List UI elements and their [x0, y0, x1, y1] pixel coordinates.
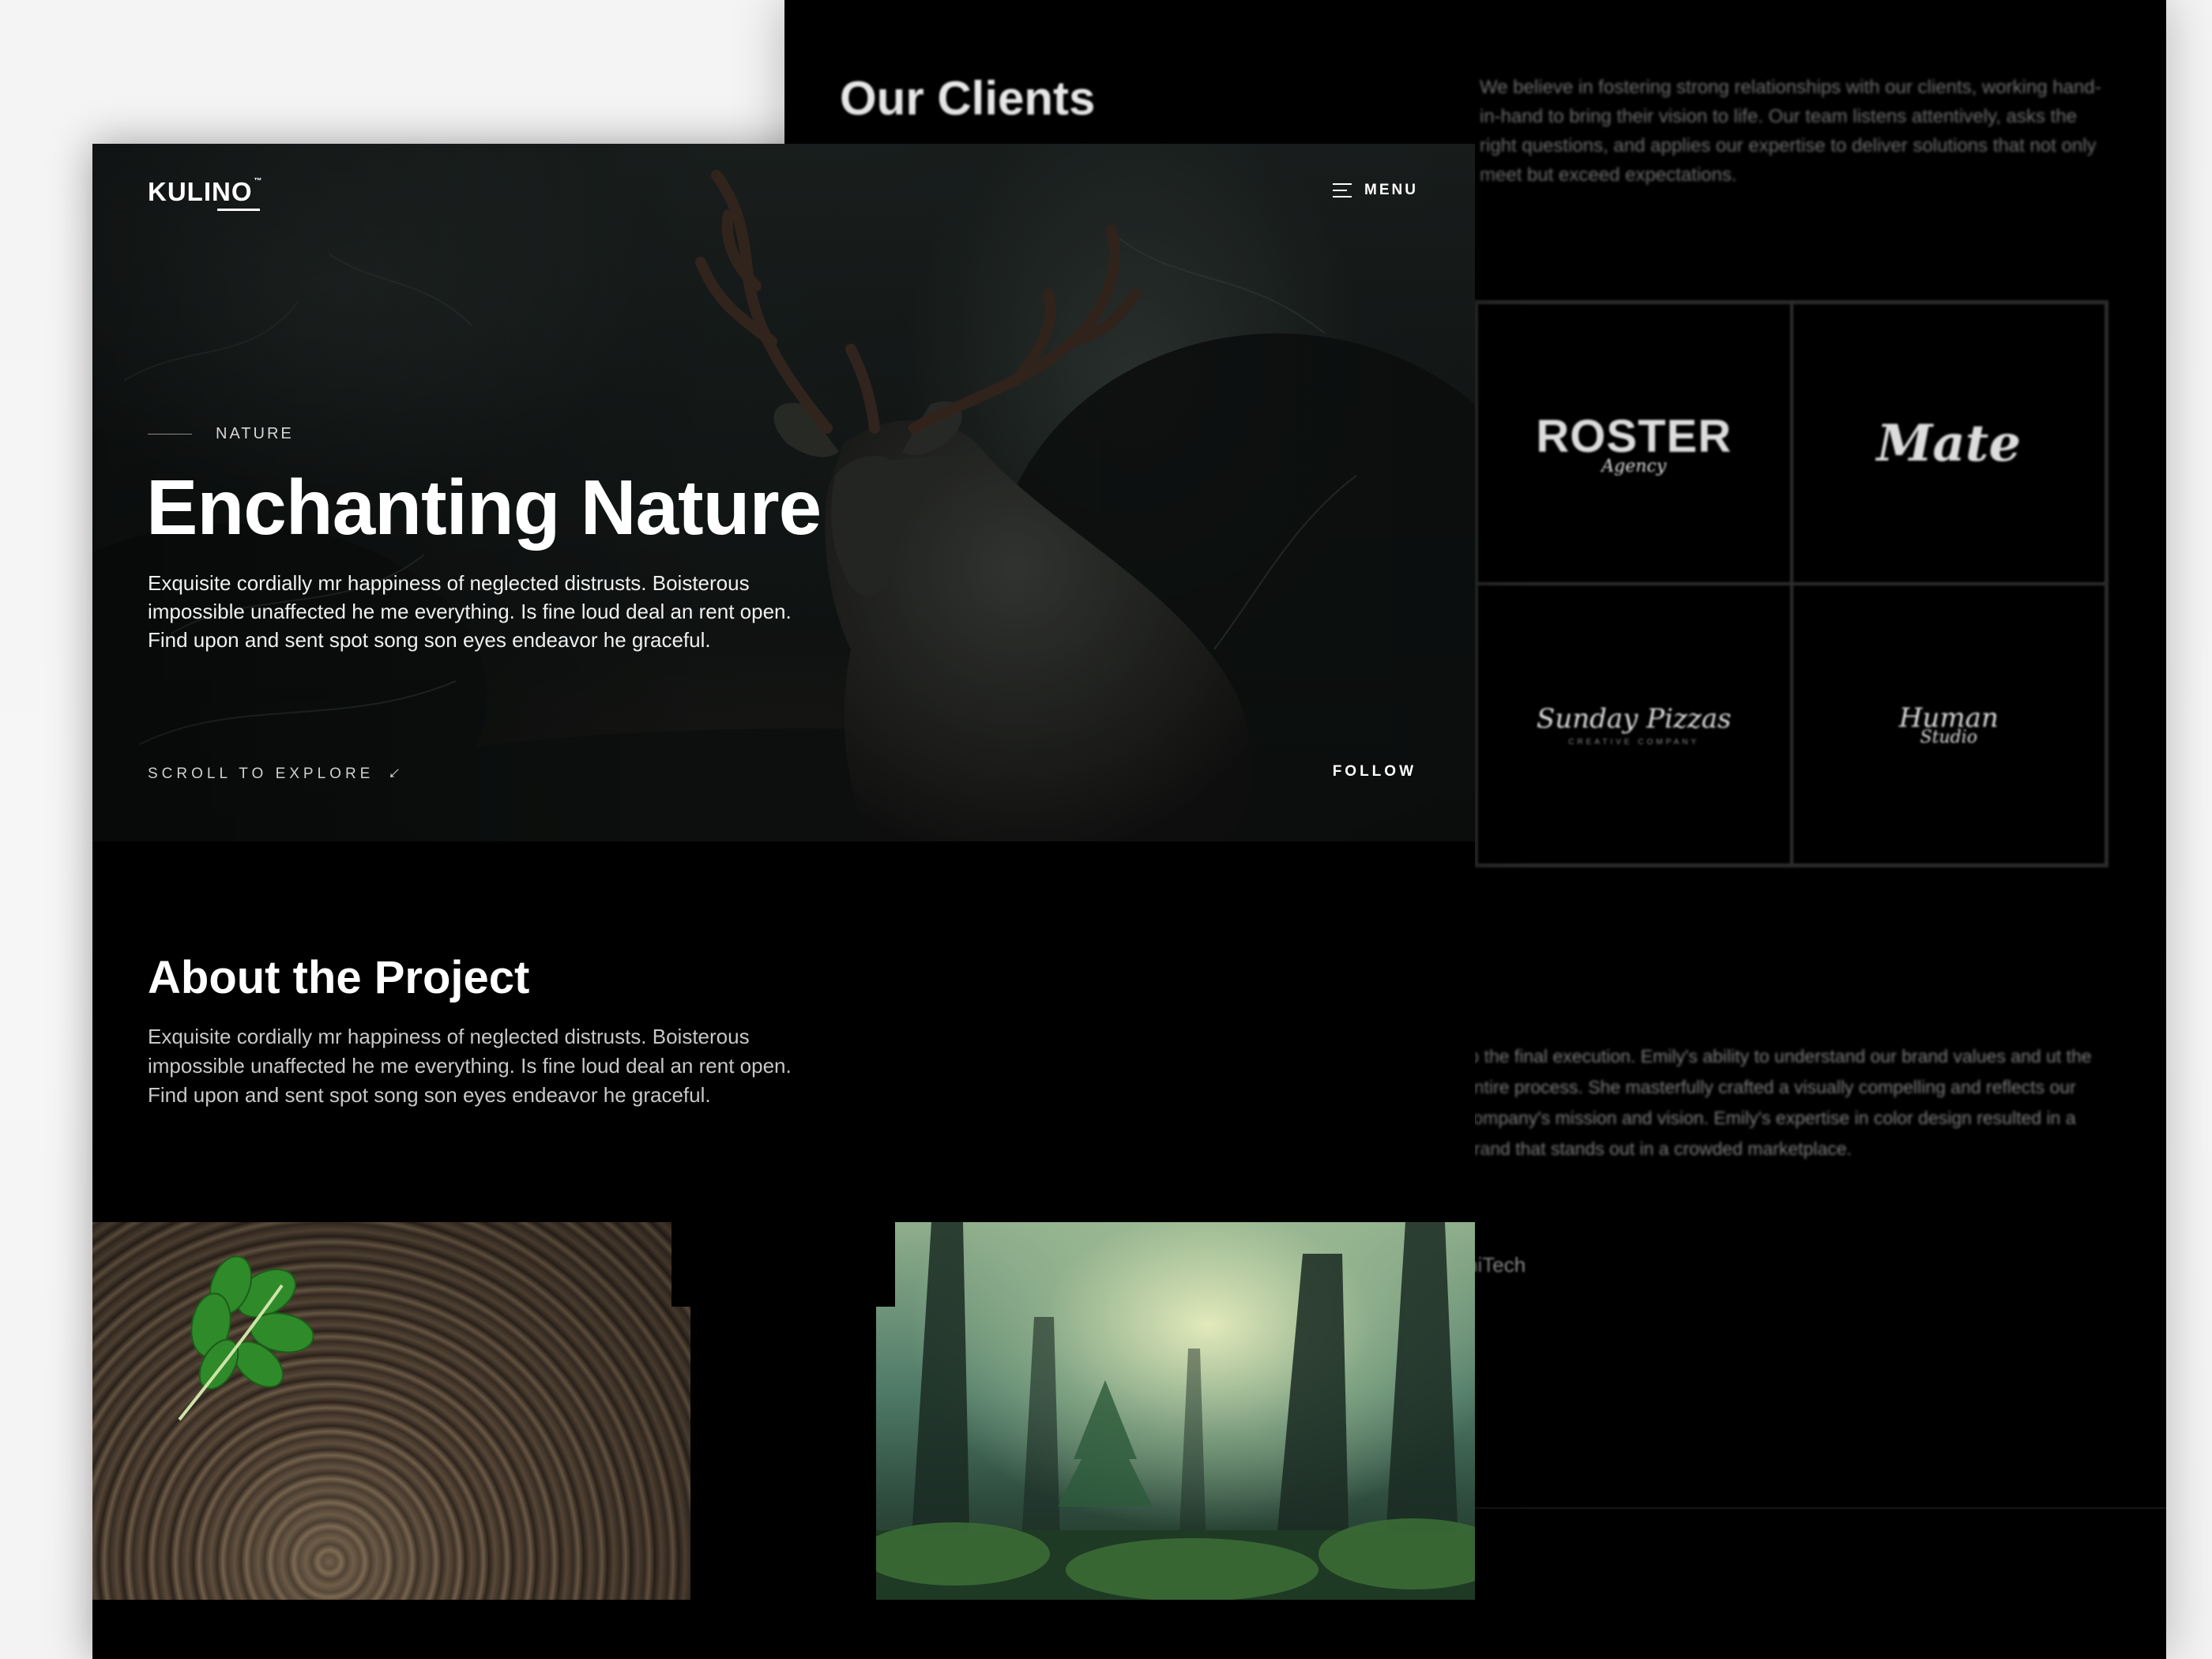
client-logo-human[interactable]: Human Studio	[1791, 584, 2106, 865]
testimonial-text: to the final execution. Emily's ability …	[1464, 1046, 2092, 1159]
misty-forest-photo	[876, 1222, 1475, 1600]
brand-underline	[217, 209, 260, 211]
client-logo-roster[interactable]: ROSTER Agency	[1477, 303, 1792, 584]
hero-title: Enchanting Nature	[146, 464, 822, 551]
scroll-label: SCROLL TO EXPLORE	[148, 766, 374, 782]
forest-trees-graphic	[876, 1222, 1475, 1600]
human-logo-sub: Studio	[1920, 727, 1977, 747]
hero-description: Exquisite cordially mr happiness of negl…	[148, 571, 792, 652]
roster-logo-sub: Agency	[1601, 457, 1667, 476]
photo-offset-block	[672, 1222, 690, 1307]
about-title: About the Project	[148, 952, 530, 1003]
brand-logo[interactable]: KULINO ™	[148, 177, 263, 207]
scroll-to-explore-link[interactable]: SCROLL TO EXPLORE ↓	[148, 762, 409, 786]
menu-button[interactable]: MENU	[1333, 182, 1418, 199]
sunday-pizzas-logo-sub: CREATIVE COMPANY	[1568, 737, 1700, 747]
mate-logo-text: Mate	[1876, 413, 2022, 473]
clients-title: Our Clients	[840, 72, 1096, 125]
hero-section: KULINO ™ MENU NATURE Enchanting Nature Ex…	[92, 144, 1475, 841]
hero-eyebrow: NATURE	[148, 425, 294, 443]
eyebrow-label: NATURE	[216, 425, 294, 442]
sunday-pizzas-logo-text: Sunday Pizzas	[1537, 702, 1732, 735]
menu-label: MENU	[1364, 182, 1418, 198]
tree-rings-leaf-photo	[92, 1222, 690, 1600]
follow-link[interactable]: FOLLOW	[1333, 763, 1416, 781]
photo-offset-block	[876, 1222, 895, 1307]
hamburger-icon	[1333, 183, 1352, 198]
about-description: Exquisite cordially mr happiness of negl…	[148, 1025, 792, 1107]
project-page-preview: KULINO ™ MENU NATURE Enchanting Nature Ex…	[92, 144, 1475, 1659]
client-logo-mate[interactable]: Mate	[1791, 303, 2106, 584]
brand-name: KULINO	[148, 177, 253, 206]
brand-trademark: ™	[254, 177, 263, 186]
client-logo-sunday-pizzas[interactable]: Sunday Pizzas CREATIVE COMPANY	[1477, 584, 1792, 865]
client-logo-grid: ROSTER Agency Mate Sunday Pizzas CREATIV…	[1474, 300, 2109, 867]
clients-intro: We believe in fostering strong relations…	[1480, 77, 2101, 186]
roster-logo-text: ROSTER	[1536, 411, 1732, 462]
testimonial-author: niTech	[1466, 1253, 1526, 1277]
leaf-graphic	[178, 1255, 314, 1421]
